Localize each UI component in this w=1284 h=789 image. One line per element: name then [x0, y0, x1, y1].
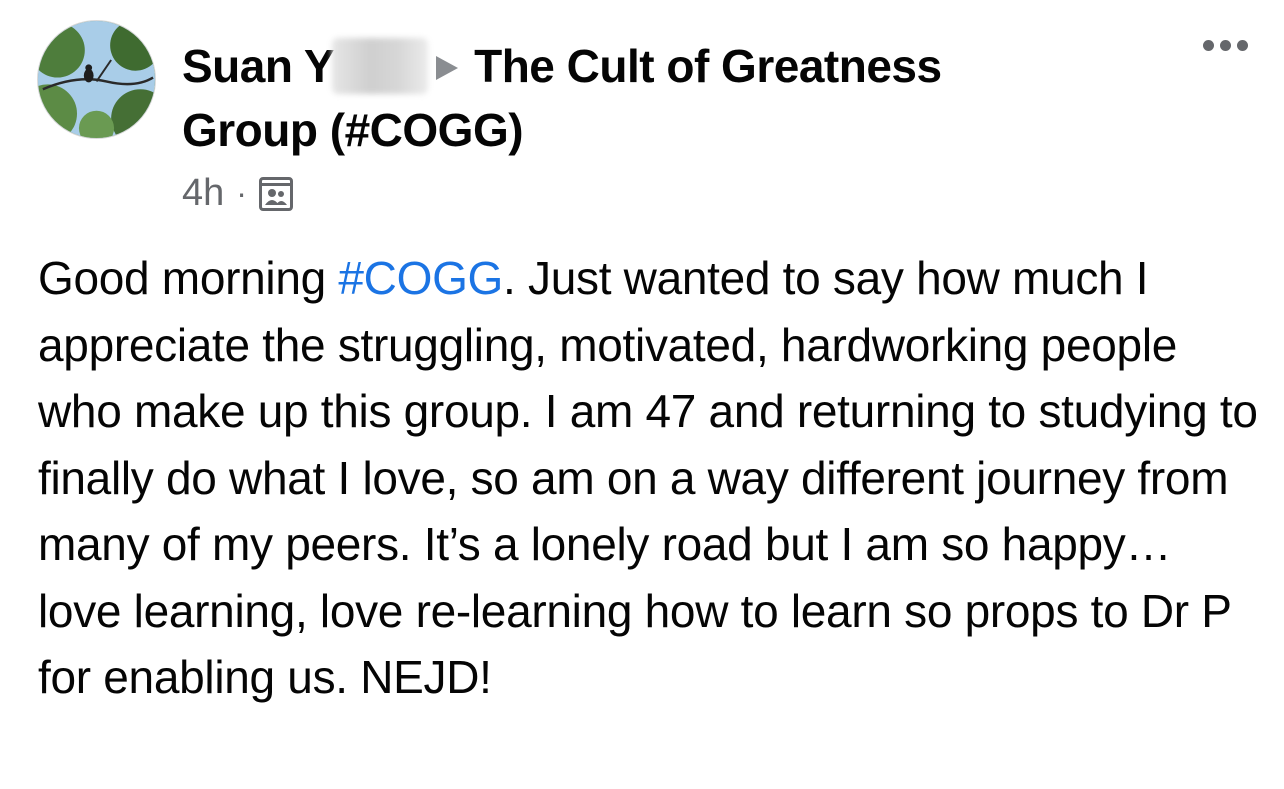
post-meta: 4h ·	[182, 172, 293, 215]
post-header: Suan Y The Cult of Greatness Group (#COGG…	[182, 34, 1082, 162]
dot-icon	[1203, 40, 1214, 51]
author-avatar[interactable]	[37, 20, 156, 139]
dot-icon	[1237, 40, 1248, 51]
arrow-right-icon	[436, 56, 459, 80]
meta-separator: ·	[236, 175, 247, 211]
redacted-name-blur	[332, 38, 429, 94]
post-timestamp[interactable]: 4h	[182, 172, 224, 215]
post-text-intro: Good morning	[38, 252, 339, 304]
group-audience-icon	[258, 176, 293, 211]
post-body: Good morning #COGG. Just wanted to say h…	[38, 245, 1258, 711]
dot-icon	[1220, 40, 1231, 51]
post-text-main: . Just wanted to say how much I apprecia…	[38, 252, 1258, 703]
author-name[interactable]: Suan Y	[182, 40, 335, 92]
hashtag-link[interactable]: #COGG	[338, 252, 503, 304]
avatar-image	[38, 21, 155, 138]
post-card: Suan Y The Cult of Greatness Group (#COGG…	[0, 0, 1284, 789]
more-options-icon[interactable]	[1203, 40, 1248, 51]
